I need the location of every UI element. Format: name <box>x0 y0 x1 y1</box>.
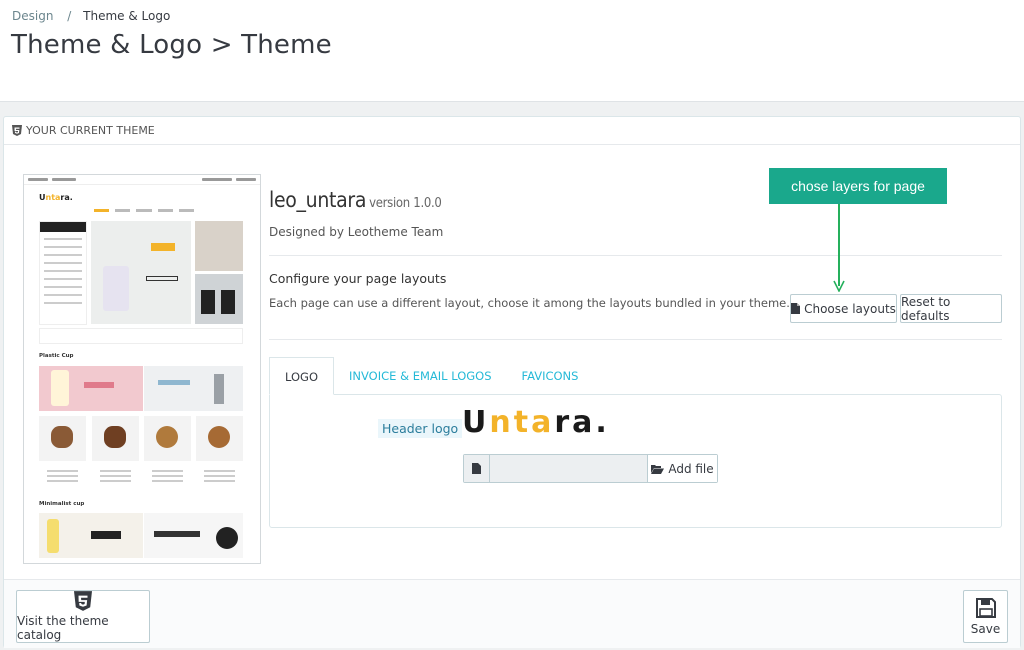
preview-product-card <box>196 416 243 461</box>
folder-open-icon <box>651 464 665 474</box>
visit-theme-catalog-button[interactable]: Visit the theme catalog <box>16 590 150 643</box>
file-name-input[interactable] <box>490 455 647 482</box>
tab-invoice-email-logos[interactable]: INVOICE & EMAIL LOGOS <box>334 357 507 395</box>
preview-product-card <box>92 416 139 461</box>
floppy-disk-icon <box>975 598 996 618</box>
theme-version: version 1.0.0 <box>369 196 442 211</box>
preview-categories <box>39 221 87 325</box>
layouts-description: Each page can use a different layout, ch… <box>269 296 790 310</box>
add-file-label: Add file <box>668 461 714 476</box>
breadcrumb: Design / Theme & Logo <box>12 9 170 23</box>
divider <box>269 339 1002 340</box>
preview-topbar-item <box>28 178 48 181</box>
theme-name: leo_untara version 1.0.0 <box>269 188 442 212</box>
catalog-label: Visit the theme catalog <box>17 614 109 642</box>
preview-promo-banner <box>39 513 143 558</box>
preview-promo-banner <box>144 513 243 558</box>
page-title: Theme & Logo > Theme <box>11 30 332 60</box>
preview-topbar-item <box>202 178 232 181</box>
preview-product-card <box>39 416 86 461</box>
logo-file-upload: Add file <box>463 454 718 483</box>
add-file-button[interactable]: Add file <box>647 455 717 482</box>
html5-icon <box>74 591 92 611</box>
header-logo-image: Untara. <box>462 405 610 440</box>
breadcrumb-parent-link[interactable]: Design <box>12 9 53 23</box>
preview-product-text <box>39 467 86 487</box>
file-icon-box <box>464 455 490 482</box>
save-label: Save <box>970 622 1001 636</box>
preview-brand-logo: Untara. <box>39 193 73 202</box>
breadcrumb-separator: / <box>67 9 72 23</box>
file-icon <box>472 463 481 474</box>
preview-side-banner <box>195 221 243 271</box>
preview-promo-banner <box>144 366 243 411</box>
current-theme-panel: YOUR CURRENT THEME Untara. Plastic Cup M… <box>3 116 1021 648</box>
preview-topbar-item <box>52 178 76 181</box>
reset-to-defaults-button[interactable]: Reset to defaults <box>900 294 1002 323</box>
preview-section-title: Plastic Cup <box>39 353 74 359</box>
panel-heading-text: YOUR CURRENT THEME <box>26 124 155 137</box>
tab-logo[interactable]: LOGO <box>269 357 335 395</box>
panel-footer: Visit the theme catalog Save <box>4 579 1020 648</box>
preview-topbar <box>24 175 260 185</box>
reset-label: Reset to defaults <box>901 294 951 323</box>
annotation-callout: chose layers for page <box>769 168 947 204</box>
html5-shield-icon <box>12 125 22 136</box>
preview-side-banner <box>195 274 243 324</box>
tab-favicons[interactable]: FAVICONS <box>507 357 594 395</box>
preview-promo-banner <box>39 366 143 411</box>
annotation-arrow-head-icon <box>833 280 845 292</box>
theme-name-text: leo_untara <box>269 188 367 212</box>
choose-layouts-label: Choose layouts <box>804 301 896 316</box>
preview-nav <box>94 209 195 215</box>
preview-hero-banner <box>91 221 191 324</box>
theme-author: Designed by Leotheme Team <box>269 225 444 239</box>
preview-section-title: Minimalist cup <box>39 501 85 507</box>
layouts-title: Configure your page layouts <box>269 271 447 286</box>
preview-features-bar <box>39 328 243 344</box>
save-button[interactable]: Save <box>963 590 1008 643</box>
breadcrumb-current: Theme & Logo <box>83 9 171 23</box>
preview-product-text <box>144 467 191 487</box>
preview-product-card <box>144 416 191 461</box>
annotation-arrow-line <box>838 204 840 286</box>
divider <box>269 255 1002 256</box>
panel-heading: YOUR CURRENT THEME <box>4 117 1020 145</box>
file-icon <box>791 303 801 314</box>
theme-preview-image: Untara. Plastic Cup Minimalist cup <box>23 174 261 564</box>
logo-tabs: LOGO INVOICE & EMAIL LOGOS FAVICONS <box>269 357 593 395</box>
header-logo-label: Header logo <box>378 419 463 438</box>
preview-product-text <box>196 467 243 487</box>
preview-topbar-item <box>236 178 256 181</box>
preview-product-text <box>92 467 139 487</box>
choose-layouts-button[interactable]: Choose layouts <box>790 294 897 323</box>
